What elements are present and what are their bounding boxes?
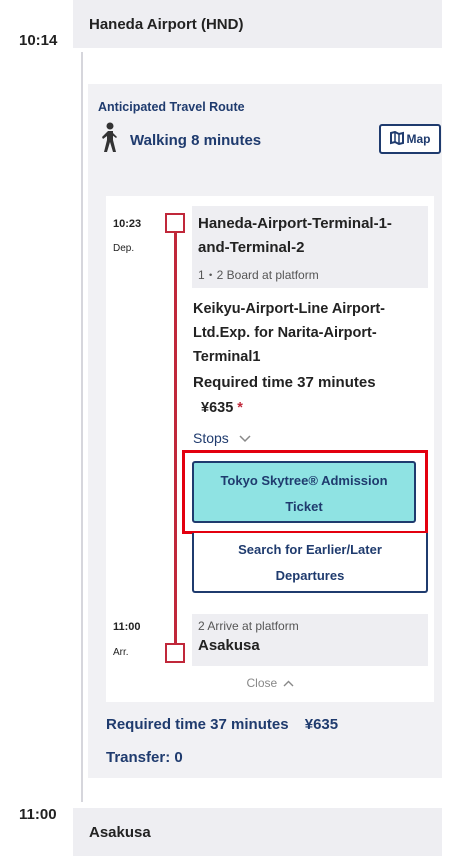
skytree-ticket-button[interactable]: Tokyo Skytree® Admission Ticket <box>192 461 416 523</box>
summary-required-time: Required time 37 minutes <box>106 716 289 733</box>
destination-station-name: Asakusa <box>89 823 151 841</box>
stops-toggle[interactable]: Stops <box>193 430 251 446</box>
arrival-platform: 2 Arrive at platform <box>198 619 299 633</box>
search-line2: Departures <box>275 568 345 583</box>
segment-fare: ¥635 * <box>201 400 243 416</box>
walking-person-icon <box>98 122 120 159</box>
summary-transfer: Transfer: 0 <box>106 749 183 766</box>
rail-line <box>174 232 177 646</box>
route-summary-time: Required time 37 minutes ¥635 <box>106 716 338 733</box>
departure-time: 10:23 <box>113 218 142 230</box>
search-line1: Search for Earlier/Later <box>238 542 382 557</box>
stops-label: Stops <box>193 430 229 446</box>
timeline-line <box>81 52 83 802</box>
arrival-marker <box>165 643 185 663</box>
close-toggle[interactable]: Close <box>106 676 434 690</box>
origin-time: 10:14 <box>19 32 58 49</box>
destination-time: 11:00 <box>19 806 57 823</box>
origin-station[interactable]: Haneda Airport (HND) <box>73 0 442 48</box>
train-line1: Keikyu-Airport-Line Airport- <box>193 301 385 317</box>
walk-info: Walking 8 minutes <box>98 122 261 159</box>
departure-label: Dep. <box>113 243 135 254</box>
train-line3: Terminal1 <box>193 349 261 365</box>
chevron-down-icon <box>239 430 251 446</box>
skytree-ticket-line1: Tokyo Skytree® Admission <box>220 473 388 488</box>
arrival-time: 11:00 <box>113 621 141 633</box>
departure-station-line1: Haneda-Airport-Terminal-1- <box>198 215 392 232</box>
skytree-ticket-line2: Ticket <box>285 499 323 514</box>
walk-text: Walking 8 minutes <box>130 132 262 149</box>
train-name: Keikyu-Airport-Line Airport- Ltd.Exp. fo… <box>193 297 429 369</box>
route-heading: Anticipated Travel Route <box>98 100 245 114</box>
summary-fare: ¥635 <box>304 716 339 733</box>
close-label: Close <box>246 676 278 690</box>
segment-fare-value: ¥635 <box>201 400 234 416</box>
departure-station-box[interactable]: Haneda-Airport-Terminal-1- and-Terminal-… <box>192 206 428 288</box>
departure-platform: 1・2 Board at platform <box>198 268 319 282</box>
departure-marker <box>165 213 185 233</box>
arrival-label: Arr. <box>113 647 129 658</box>
map-button[interactable]: Map <box>379 124 441 154</box>
map-icon <box>389 130 404 148</box>
fare-note-mark: * <box>237 400 243 416</box>
destination-station[interactable]: Asakusa <box>73 808 442 856</box>
search-earlier-later-button[interactable]: Search for Earlier/Later Departures <box>192 533 428 593</box>
origin-station-name: Haneda Airport (HND) <box>89 15 244 33</box>
arrival-station-box[interactable]: 2 Arrive at platform Asakusa <box>192 614 428 666</box>
chevron-up-icon <box>283 676 294 690</box>
arrival-station: Asakusa <box>198 637 260 654</box>
segment-required-time: Required time 37 minutes <box>193 374 376 391</box>
train-line2: Ltd.Exp. for Narita-Airport- <box>193 325 377 341</box>
map-label: Map <box>406 132 431 146</box>
departure-station-line2: and-Terminal-2 <box>198 239 305 256</box>
